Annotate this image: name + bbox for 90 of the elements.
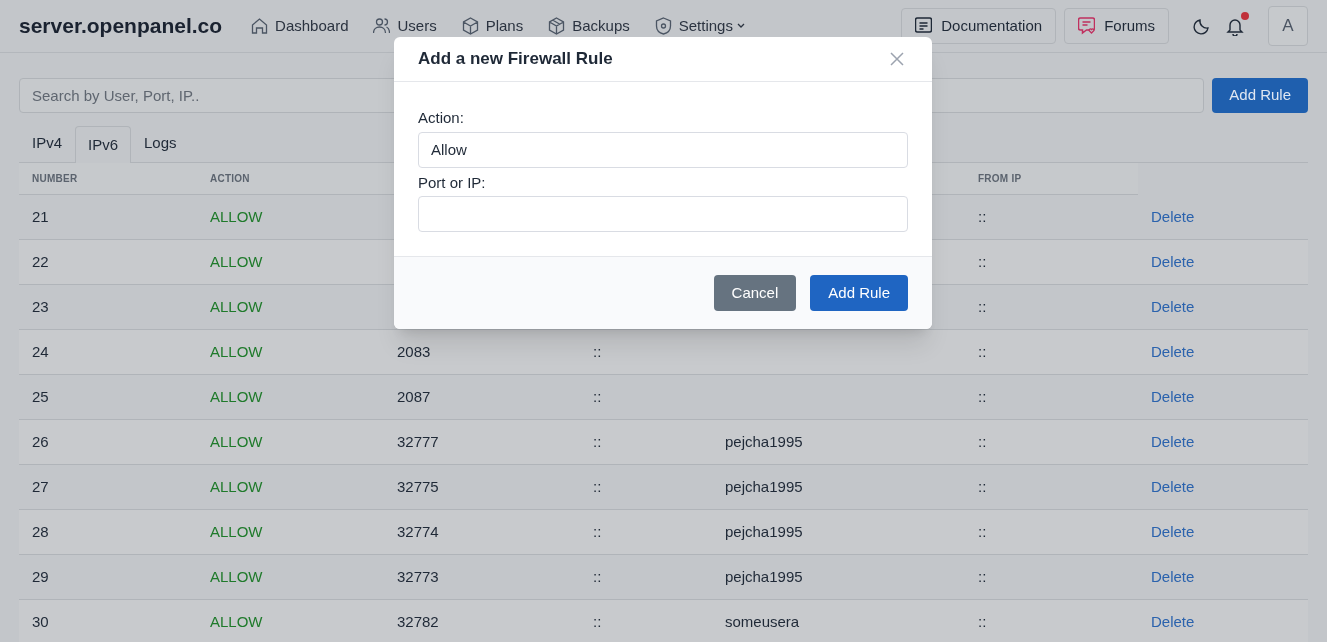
action-field[interactable]: Allow bbox=[418, 131, 908, 168]
table-cell: 2087 bbox=[397, 388, 431, 405]
nav-link[interactable]: Settings bbox=[654, 14, 745, 38]
table-cell: 26 bbox=[32, 433, 49, 450]
table-cell: 2083 bbox=[397, 343, 431, 360]
table-cell: :: bbox=[978, 298, 987, 315]
table-cell: 22 bbox=[32, 253, 49, 270]
table-cell: :: bbox=[978, 523, 987, 540]
tab[interactable]: Logs bbox=[131, 125, 190, 162]
table-cell: pejcha1995 bbox=[725, 433, 803, 450]
nav-link[interactable]: Plans bbox=[461, 14, 524, 38]
table-cell: 32777 bbox=[397, 433, 439, 450]
delete-link[interactable]: Delete bbox=[1151, 253, 1195, 270]
site-title: server.openpanel.co bbox=[19, 13, 223, 40]
table-cell: :: bbox=[978, 568, 987, 585]
action-cell: ALLOW bbox=[210, 298, 263, 315]
table-cell: :: bbox=[978, 253, 987, 270]
dialog-title: Add a new Firewall Rule bbox=[418, 48, 613, 71]
action-cell: ALLOW bbox=[210, 568, 263, 585]
table-cell: 32773 bbox=[397, 568, 439, 585]
action-cell: ALLOW bbox=[210, 208, 263, 225]
table-cell: :: bbox=[593, 478, 602, 495]
delete-link[interactable]: Delete bbox=[1151, 568, 1195, 585]
column-header: NUMBER bbox=[32, 172, 78, 186]
table-cell: 32774 bbox=[397, 523, 439, 540]
users-icon bbox=[373, 17, 391, 35]
table-cell: 23 bbox=[32, 298, 49, 315]
tab[interactable]: IPv6 bbox=[75, 126, 132, 163]
forums-button[interactable]: Forums bbox=[1064, 8, 1169, 44]
table-cell: :: bbox=[593, 388, 602, 405]
table-cell: someusera bbox=[725, 613, 800, 630]
delete-link[interactable]: Delete bbox=[1151, 388, 1195, 405]
delete-link[interactable]: Delete bbox=[1151, 613, 1195, 630]
nav-link[interactable]: Backups bbox=[548, 14, 630, 38]
nav-link[interactable]: Dashboard bbox=[251, 14, 349, 38]
table-cell: :: bbox=[978, 343, 987, 360]
table-cell: :: bbox=[593, 568, 602, 585]
table-cell: :: bbox=[593, 523, 602, 540]
action-cell: ALLOW bbox=[210, 523, 263, 540]
table-cell: 32775 bbox=[397, 478, 439, 495]
action-cell: ALLOW bbox=[210, 613, 263, 630]
table-cell: :: bbox=[978, 208, 987, 225]
table-cell: :: bbox=[593, 343, 602, 360]
delete-link[interactable]: Delete bbox=[1151, 478, 1195, 495]
delete-link[interactable]: Delete bbox=[1151, 433, 1195, 450]
shield-icon bbox=[654, 17, 672, 35]
column-header: FROM IP bbox=[978, 172, 1022, 186]
chat-heart-icon bbox=[1078, 17, 1096, 35]
action-cell: ALLOW bbox=[210, 478, 263, 495]
document-icon bbox=[915, 17, 933, 35]
action-cell: ALLOW bbox=[210, 253, 263, 270]
add-rule-button[interactable]: Add Rule bbox=[810, 275, 908, 311]
box-icon bbox=[548, 17, 566, 35]
action-cell: ALLOW bbox=[210, 433, 263, 450]
house-icon bbox=[251, 17, 269, 35]
table-cell: 30 bbox=[32, 613, 49, 630]
table-cell: 27 bbox=[32, 478, 49, 495]
table-cell: 25 bbox=[32, 388, 49, 405]
table-cell: 28 bbox=[32, 523, 49, 540]
table-cell: 21 bbox=[32, 208, 49, 225]
table-cell: pejcha1995 bbox=[725, 568, 803, 585]
table-cell: pejcha1995 bbox=[725, 523, 803, 540]
cancel-button[interactable]: Cancel bbox=[713, 275, 797, 311]
table-cell: 24 bbox=[32, 343, 49, 360]
delete-link[interactable]: Delete bbox=[1151, 343, 1195, 360]
delete-link[interactable]: Delete bbox=[1151, 298, 1195, 315]
field-label: Action: bbox=[418, 108, 465, 128]
table-cell: :: bbox=[978, 388, 987, 405]
table-cell: 32782 bbox=[397, 613, 439, 630]
add-rule-button[interactable]: Add Rule bbox=[1212, 78, 1308, 113]
action-cell: ALLOW bbox=[210, 388, 263, 405]
table-cell: 29 bbox=[32, 568, 49, 585]
field-label: Port or IP: bbox=[418, 172, 487, 193]
table-cell: :: bbox=[593, 613, 602, 630]
bell-icon[interactable] bbox=[1226, 16, 1244, 36]
moon-icon[interactable] bbox=[1193, 17, 1211, 35]
delete-link[interactable]: Delete bbox=[1151, 208, 1195, 225]
table-cell: :: bbox=[593, 433, 602, 450]
cube-icon bbox=[461, 17, 479, 35]
action-cell: ALLOW bbox=[210, 343, 263, 360]
delete-link[interactable]: Delete bbox=[1151, 523, 1195, 540]
column-header: ACTION bbox=[210, 172, 250, 186]
avatar-button[interactable]: A bbox=[1268, 6, 1308, 46]
port-field[interactable] bbox=[418, 196, 908, 232]
nav-link[interactable]: Users bbox=[373, 14, 437, 38]
tab[interactable]: IPv4 bbox=[19, 125, 75, 162]
table-cell: :: bbox=[978, 478, 987, 495]
table-cell: :: bbox=[978, 433, 987, 450]
table-cell: pejcha1995 bbox=[725, 478, 803, 495]
table-cell: :: bbox=[978, 613, 987, 630]
